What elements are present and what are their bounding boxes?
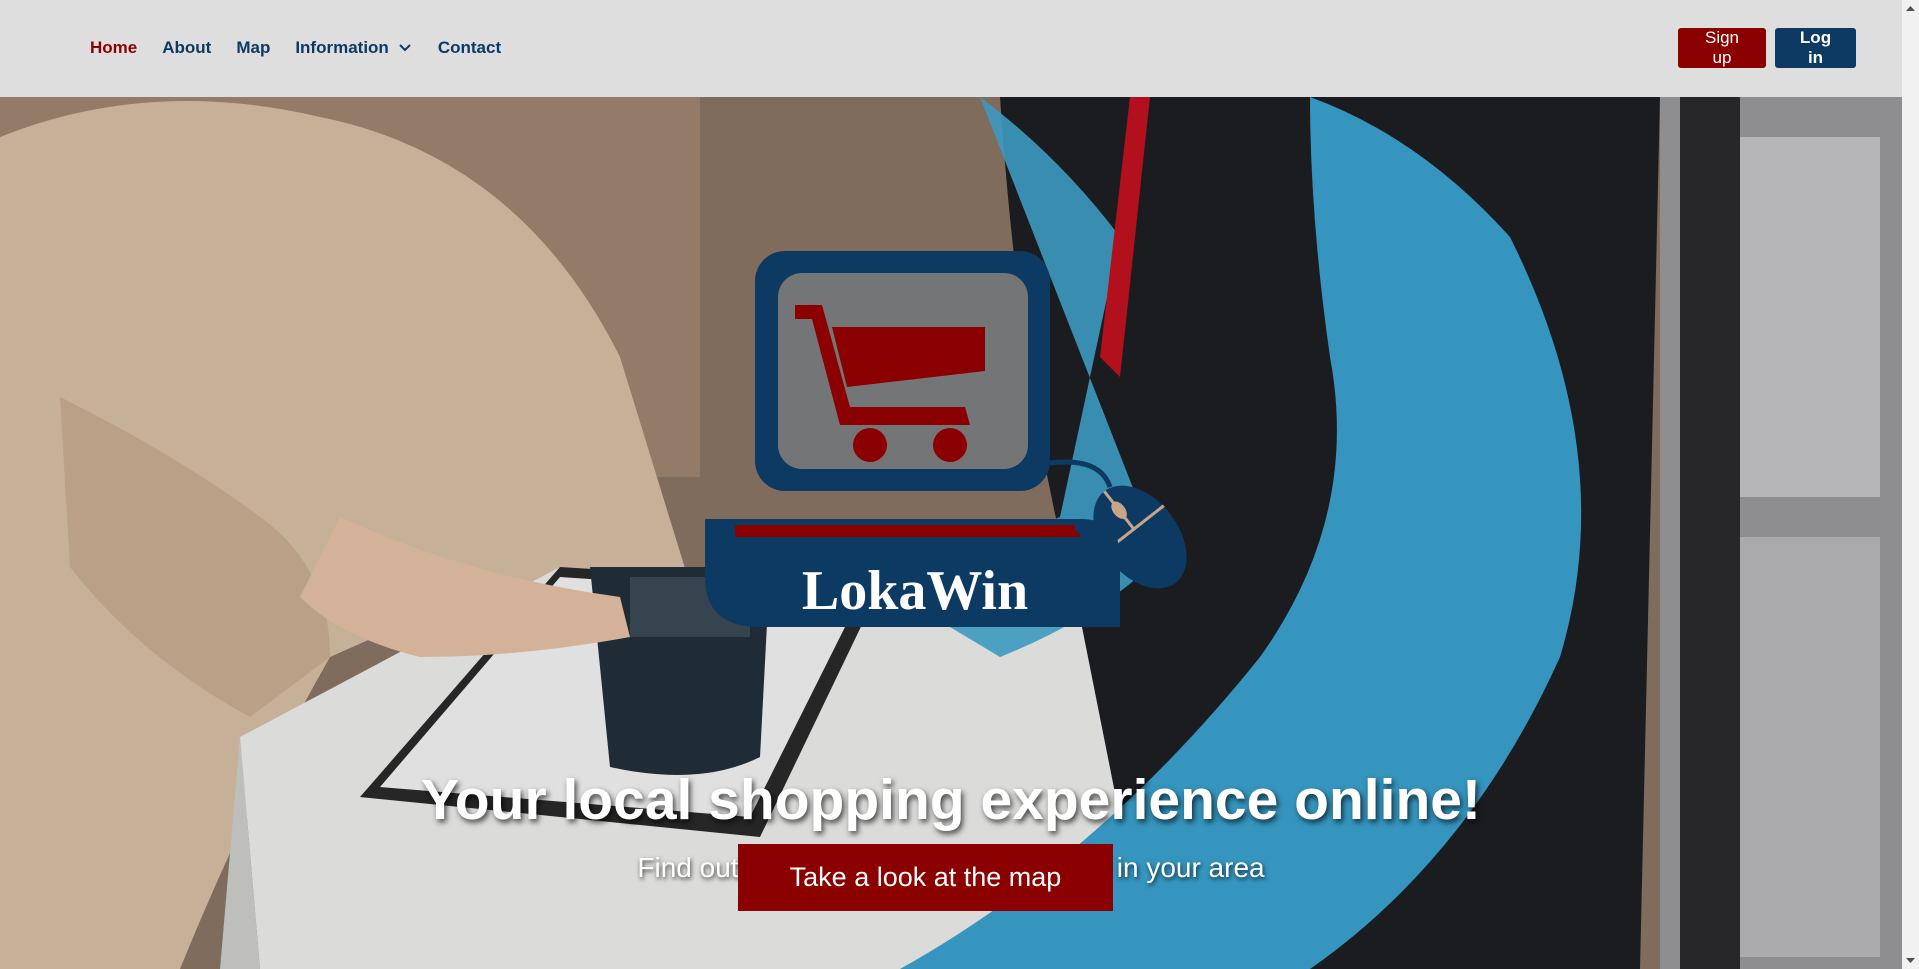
nav-information-label: Information bbox=[295, 38, 389, 57]
main-nav: Home About Map Information Contact bbox=[90, 38, 526, 58]
logo-wordmark: LokaWin bbox=[802, 560, 1028, 622]
hero-title: Your local shopping experience online! bbox=[421, 768, 1481, 833]
scroll-up-arrow-icon[interactable] bbox=[1902, 0, 1919, 17]
nav-map[interactable]: Map bbox=[236, 38, 270, 58]
view-map-button[interactable]: Take a look at the map bbox=[738, 844, 1113, 911]
navbar: Home About Map Information Contact Sign … bbox=[0, 0, 1902, 97]
lokawin-logo: LokaWin bbox=[705, 251, 1187, 627]
scroll-down-arrow-icon[interactable] bbox=[1902, 952, 1919, 969]
auth-actions: Sign up Log in bbox=[1678, 28, 1856, 68]
chevron-down-icon bbox=[399, 44, 411, 52]
vertical-scrollbar[interactable] bbox=[1902, 0, 1919, 969]
hero-section: LokaWin Your local shopping experience o… bbox=[0, 97, 1902, 969]
nav-home[interactable]: Home bbox=[90, 38, 137, 58]
nav-about[interactable]: About bbox=[162, 38, 211, 58]
login-button[interactable]: Log in bbox=[1775, 28, 1856, 68]
nav-information[interactable]: Information bbox=[295, 38, 413, 58]
nav-contact[interactable]: Contact bbox=[438, 38, 501, 58]
signup-button[interactable]: Sign up bbox=[1678, 28, 1766, 68]
